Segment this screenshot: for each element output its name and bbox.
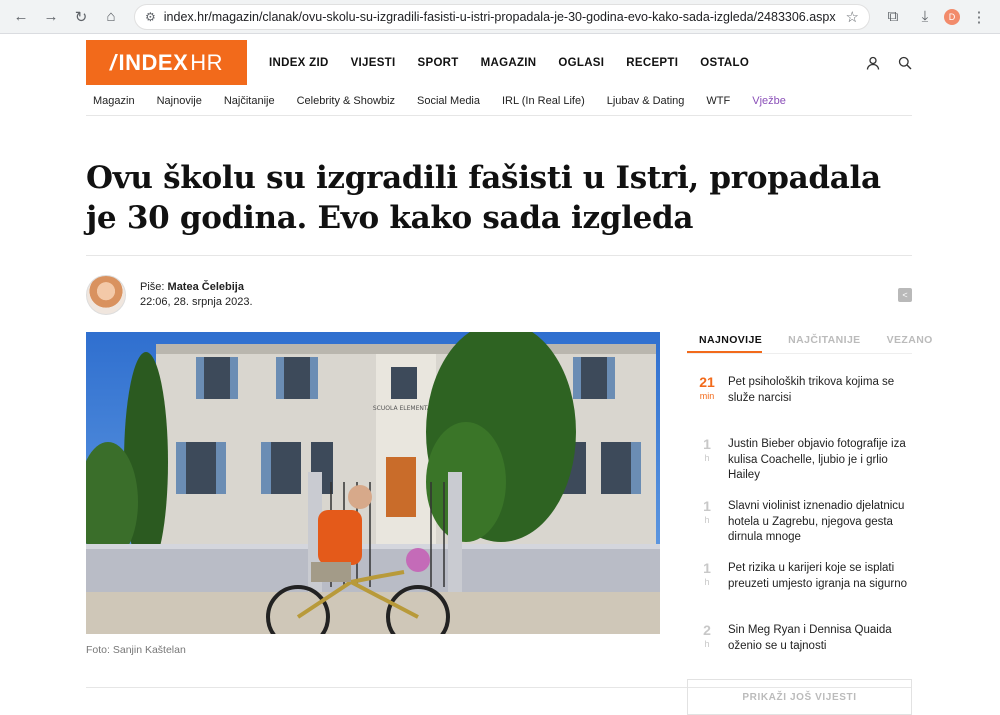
time-number: 1 [703, 436, 711, 452]
time-unit: h [704, 453, 710, 463]
sidebar-tabs: NAJNOVIJE NAJČITANIJE VEZANO [687, 332, 932, 354]
logo-swoosh-icon: / [109, 49, 117, 75]
home-icon[interactable]: ⌂ [98, 4, 124, 30]
logo-main: INDEX [118, 49, 189, 75]
news-title[interactable]: Pet rizika u karijeri koje se isplati pr… [728, 561, 912, 623]
subnav-najnovije[interactable]: Najnovije [150, 95, 202, 107]
address-bar[interactable]: ⚙ index.hr/magazin/clanak/ovu-skolu-su-i… [134, 3, 870, 30]
url-text[interactable]: index.hr/magazin/clanak/ovu-skolu-su-izg… [164, 10, 838, 24]
tab-najnovije[interactable]: NAJNOVIJE [687, 332, 763, 353]
list-item[interactable]: 21 min Pet psiholoških trikova kojima se … [687, 375, 912, 437]
list-item[interactable]: 1h Slavni violinist iznenadio djelatnicu… [687, 499, 912, 561]
news-title[interactable]: Justin Bieber objavio fotografije iza ku… [728, 437, 912, 499]
photo-caption: Foto: Sanjin Kaštelan [86, 644, 186, 656]
forward-icon[interactable]: → [38, 4, 64, 30]
back-icon[interactable]: ← [8, 4, 34, 30]
time-unit: h [704, 639, 710, 649]
subnav-celebrity[interactable]: Celebrity & Showbiz [290, 95, 395, 107]
subnav-irl[interactable]: IRL (In Real Life) [495, 95, 585, 107]
author-name[interactable]: Matea Čelebija [168, 281, 244, 293]
time-unit: h [704, 577, 710, 587]
extensions-icon[interactable]: ⧉ [880, 4, 906, 30]
nav-index-zid[interactable]: INDEX ZID [269, 57, 329, 69]
nav-sport[interactable]: SPORT [418, 57, 459, 69]
share-icon[interactable]: < [898, 288, 912, 302]
list-item[interactable]: 1h Pet rizika u karijeri koje se isplati… [687, 561, 912, 623]
sub-nav: Magazin Najnovije Najčitanije Celebrity … [86, 90, 912, 116]
list-item[interactable]: 1h Justin Bieber objavio fotografije iza… [687, 437, 912, 499]
title-divider [86, 255, 912, 256]
bookmark-star-icon[interactable]: ☆ [846, 8, 859, 26]
subnav-ljubav[interactable]: Ljubav & Dating [600, 95, 685, 107]
nav-vijesti[interactable]: VIJESTI [351, 57, 396, 69]
site-header: / INDEX HR INDEX ZID VIJESTI SPORT MAGAZ… [86, 40, 912, 85]
nav-oglasi[interactable]: OGLASI [558, 57, 604, 69]
publish-date: 22:06, 28. srpnja 2023. [140, 296, 253, 308]
profile-avatar[interactable]: D [944, 8, 960, 25]
news-list: 21 min Pet psiholoških trikova kojima se … [687, 375, 912, 675]
nav-ostalo[interactable]: OSTALO [700, 57, 749, 69]
author-label: Piše: [140, 281, 165, 293]
subnav-social-media[interactable]: Social Media [410, 95, 480, 107]
news-sidebar: NAJNOVIJE NAJČITANIJE VEZANO 21 min Pet p… [687, 332, 932, 715]
site-logo[interactable]: / INDEX HR [86, 40, 247, 85]
subnav-wtf[interactable]: WTF [699, 95, 730, 107]
time-unit: min [699, 391, 715, 401]
search-icon[interactable] [898, 56, 912, 70]
user-icon[interactable] [866, 56, 880, 70]
news-title[interactable]: Pet psiholoških trikova kojima se služe … [728, 375, 912, 437]
author-block: Piše: Matea Čelebija 22:06, 28. srpnja 2… [86, 274, 912, 316]
nav-recepti[interactable]: RECEPTI [626, 57, 678, 69]
tab-vezano[interactable]: VEZANO [875, 332, 933, 353]
news-title[interactable]: Slavni violinist iznenadio djelatnicu ho… [728, 499, 912, 561]
time-number: 1 [703, 560, 711, 576]
reload-icon[interactable]: ↻ [68, 4, 94, 30]
time-number: 2 [703, 622, 711, 638]
list-item[interactable]: 2h Sin Meg Ryan i Dennisa Quaida oženio … [687, 623, 912, 675]
main-nav: INDEX ZID VIJESTI SPORT MAGAZIN OGLASI R… [269, 57, 771, 69]
subnav-najcitanije[interactable]: Najčitanije [217, 95, 275, 107]
logo-suffix: HR [190, 49, 224, 75]
article-photo[interactable]: SCUOLA ELEMENTARE [86, 332, 660, 634]
time-unit: h [704, 515, 710, 525]
time-number: 1 [703, 498, 711, 514]
article-title: Ovu školu su izgradili fašisti u Istri, … [86, 160, 881, 236]
subnav-vjezbe[interactable]: Vježbe [745, 95, 786, 107]
browser-toolbar: ← → ↻ ⌂ ⚙ index.hr/magazin/clanak/ovu-sk… [0, 0, 1000, 34]
nav-magazin[interactable]: MAGAZIN [481, 57, 537, 69]
author-avatar[interactable] [86, 275, 126, 315]
show-more-button[interactable]: PRIKAŽI JOŠ VIJESTI [687, 679, 912, 715]
subnav-magazin[interactable]: Magazin [86, 95, 135, 107]
time-number: 21 [699, 374, 715, 390]
download-icon[interactable]: ⤓ [912, 4, 938, 30]
news-title[interactable]: Sin Meg Ryan i Dennisa Quaida oženio se … [728, 623, 912, 675]
menu-icon[interactable]: ⋮ [966, 4, 992, 30]
site-info-icon[interactable]: ⚙ [145, 10, 156, 24]
tab-najcitanije[interactable]: NAJČITANIJE [776, 332, 860, 353]
